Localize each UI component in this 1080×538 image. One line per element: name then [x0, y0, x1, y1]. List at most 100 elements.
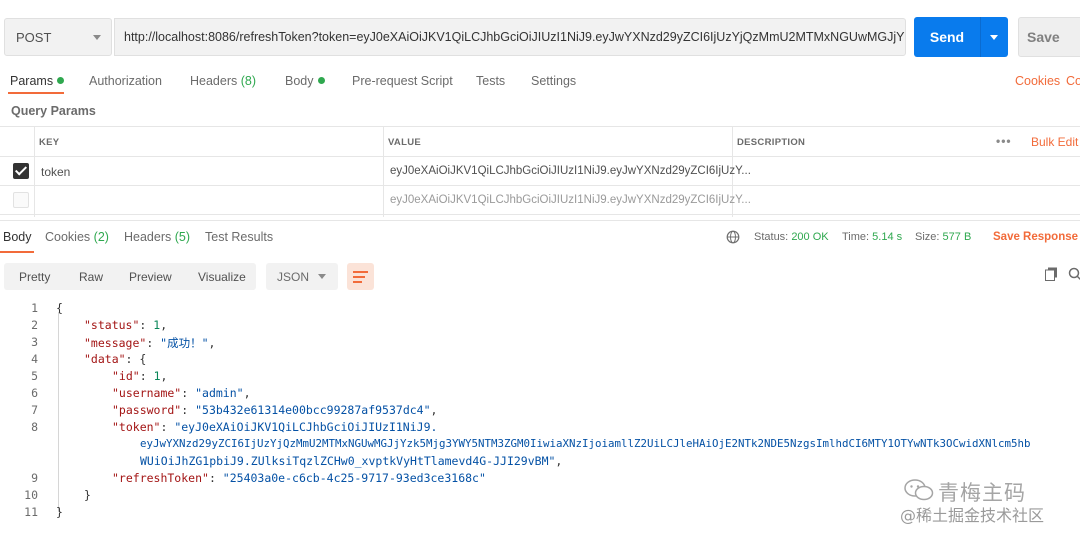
watermark: 青梅主码 @稀土掘金技术社区 [900, 475, 1075, 530]
param-value-cell[interactable]: eyJ0eXAiOiJKV1QiLCJhbGciOiJIUzI1NiJ9.eyJ… [390, 165, 751, 177]
request-tabs: Params Authorization Headers (8) Body Pr… [0, 72, 1080, 94]
line-number: 8 [31, 420, 38, 434]
send-options-chevron-icon[interactable] [990, 34, 998, 40]
copy-icon[interactable] [1045, 267, 1058, 281]
time-value: 5.14 s [872, 231, 903, 243]
view-mode-pretty[interactable]: Pretty [19, 270, 50, 284]
tab-headers-label: Headers [190, 74, 238, 88]
code-line: { [56, 301, 63, 315]
wrap-icon-line [353, 271, 368, 273]
tab-settings[interactable]: Settings [531, 74, 576, 88]
code-line: "token": "eyJ0eXAiOiJKV1QiLCJhbGciOiJIUz… [112, 420, 438, 434]
response-tab-cookies-label: Cookies [45, 230, 91, 244]
wechat-icon [904, 479, 934, 501]
code-line: "refreshToken": "25403a0e-c6cb-4c25-9717… [112, 471, 486, 485]
view-mode-visualize[interactable]: Visualize [198, 270, 246, 284]
response-tab-cookies[interactable]: Cookies (2) [45, 230, 109, 244]
line-number: 6 [31, 386, 38, 400]
json-string: eyJwYXNzd29yZCI6IjUzYjQzMmU2MTMxNGUwMGJj… [140, 437, 1031, 450]
response-headers-count: (5) [174, 230, 191, 244]
bulk-edit-link[interactable]: Bulk Edit [1031, 135, 1078, 149]
tab-tests[interactable]: Tests [476, 74, 505, 88]
response-tab-headers-label: Headers [124, 230, 172, 244]
response-time: Time: 5.14 s [842, 231, 902, 243]
line-number: 3 [31, 335, 38, 349]
status-value: 200 OK [791, 231, 829, 243]
json-brace: } [84, 488, 91, 502]
wrap-icon-line [353, 281, 362, 283]
method-select[interactable]: POST [4, 18, 112, 56]
json-string: "53b432e61314e00bcc99287af9537dc4" [195, 403, 431, 417]
tab-pre-request-script[interactable]: Pre-request Script [352, 74, 453, 88]
code-line: } [84, 488, 91, 502]
code-line: "data": { [84, 352, 147, 366]
code-link[interactable]: Co [1066, 74, 1080, 88]
column-header-description: DESCRIPTION [737, 137, 806, 148]
tab-params-label: Params [10, 74, 54, 88]
table-header-row: KEY VALUE DESCRIPTION ••• Bulk Edit [0, 127, 1080, 157]
json-number: 1 [153, 369, 161, 383]
response-tab-body[interactable]: Body [3, 230, 32, 244]
json-key: "message" [84, 336, 147, 350]
params-active-dot-icon [57, 77, 65, 84]
param-enabled-checkbox[interactable] [13, 192, 29, 208]
json-string: WUiOiJhZG1pbiJ9.ZUlksiTqzlZCHw0_xvptkVyH… [140, 454, 556, 468]
query-params-title: Query Params [11, 104, 96, 118]
param-enabled-checkbox[interactable] [13, 163, 29, 179]
format-select[interactable]: JSON [266, 263, 338, 290]
tab-params[interactable]: Params [10, 74, 65, 88]
size-value: 577 B [942, 231, 972, 243]
tab-headers[interactable]: Headers (8) [190, 74, 256, 88]
send-divider [980, 17, 981, 57]
view-mode-raw[interactable]: Raw [79, 270, 103, 284]
json-key: "token" [112, 420, 161, 434]
method-label: POST [16, 29, 52, 45]
json-key: "username" [112, 386, 182, 400]
watermark-subtitle: @稀土掘金技术社区 [900, 506, 1045, 525]
code-line: "id": 1, [112, 369, 168, 383]
line-number: 9 [31, 471, 38, 485]
url-input[interactable]: http://localhost:8086/refreshToken?token… [114, 18, 906, 56]
line-number: 5 [31, 369, 38, 383]
headers-count: (8) [240, 74, 257, 88]
response-cookies-count: (2) [93, 230, 109, 244]
response-status: Status: 200 OK [754, 231, 829, 243]
response-active-tab-underline [0, 251, 34, 253]
format-label: JSON [277, 270, 310, 284]
json-string: "25403a0e-c6cb-4c25-9717-93ed3ce3168c" [222, 471, 486, 485]
response-tab-test-results[interactable]: Test Results [205, 230, 273, 244]
param-value-cell[interactable]: eyJ0eXAiOiJKV1QiLCJhbGciOiJIUzI1NiJ9.eyJ… [390, 194, 751, 206]
param-key-cell[interactable]: token [41, 165, 70, 179]
json-key: "status" [84, 318, 140, 332]
chevron-down-icon [93, 35, 101, 40]
json-brace: } [56, 505, 63, 519]
wrap-lines-button[interactable] [347, 263, 374, 290]
table-row: eyJ0eXAiOiJKV1QiLCJhbGciOiJIUzI1NiJ9.eyJ… [0, 186, 1080, 215]
save-response-button[interactable]: Save Response [993, 231, 1078, 243]
send-button[interactable]: Send [914, 17, 1008, 57]
cookies-link[interactable]: Cookies [1015, 74, 1060, 88]
line-number: 11 [24, 505, 38, 519]
save-button[interactable]: Save [1018, 17, 1080, 57]
more-options-icon[interactable]: ••• [996, 134, 1012, 148]
tab-authorization[interactable]: Authorization [89, 74, 162, 88]
tab-body[interactable]: Body [285, 74, 325, 88]
wrap-icon-line [353, 276, 365, 278]
json-string: "admin" [195, 386, 244, 400]
response-divider [0, 220, 1080, 221]
line-number: 1 [31, 301, 38, 315]
search-icon[interactable] [1068, 267, 1080, 281]
json-brace: { [56, 301, 63, 315]
query-params-table: KEY VALUE DESCRIPTION ••• Bulk Edit toke… [0, 126, 1080, 218]
globe-icon[interactable] [726, 230, 740, 244]
request-bar: POST http://localhost:8086/refreshToken?… [0, 0, 1080, 72]
json-string: "成功！" [160, 336, 209, 350]
line-number: 4 [31, 352, 38, 366]
response-tab-headers[interactable]: Headers (5) [124, 230, 190, 244]
status-label: Status: [754, 231, 789, 243]
json-key: "data" [84, 352, 126, 366]
code-line: "message": "成功！", [84, 336, 216, 350]
code-line-wrapped: eyJwYXNzd29yZCI6IjUzYjQzMmU2MTMxNGUwMGJj… [140, 437, 1031, 450]
response-size: Size: 577 B [915, 231, 971, 243]
view-mode-preview[interactable]: Preview [129, 270, 172, 284]
